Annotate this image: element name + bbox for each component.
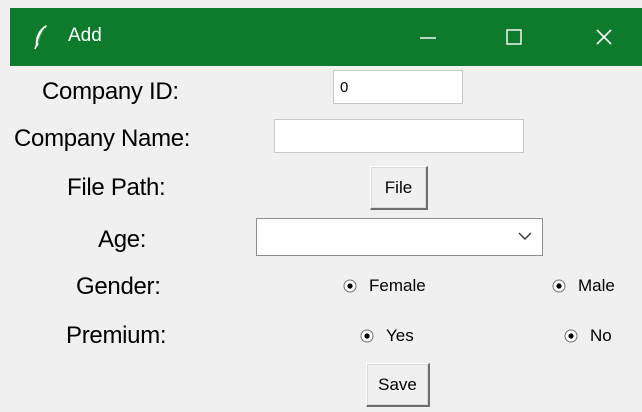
premium-radio-no[interactable]: No bbox=[564, 326, 612, 346]
radio-selected-icon bbox=[360, 329, 374, 343]
close-icon bbox=[596, 29, 612, 45]
gender-female-label: Female bbox=[369, 276, 426, 295]
file-button[interactable]: File bbox=[370, 166, 428, 210]
feather-icon bbox=[34, 25, 47, 50]
premium-label: Premium: bbox=[66, 322, 167, 349]
age-label: Age: bbox=[98, 226, 147, 253]
title-bar[interactable]: Add bbox=[10, 8, 642, 66]
radio-selected-icon bbox=[552, 279, 566, 293]
chevron-down-icon[interactable] bbox=[518, 231, 532, 241]
save-button[interactable]: Save bbox=[366, 363, 430, 407]
minimize-button[interactable] bbox=[396, 8, 460, 66]
add-form: Company ID: Company Name: File Path: Fil… bbox=[0, 66, 642, 412]
close-button[interactable] bbox=[572, 8, 636, 66]
gender-male-label: Male bbox=[578, 276, 615, 295]
radio-selected-icon bbox=[564, 329, 578, 343]
premium-no-label: No bbox=[590, 326, 612, 345]
file-path-label: File Path: bbox=[67, 174, 166, 201]
company-id-label: Company ID: bbox=[42, 78, 179, 105]
gender-label: Gender: bbox=[76, 273, 161, 300]
company-name-label: Company Name: bbox=[14, 125, 191, 152]
maximize-icon bbox=[506, 29, 522, 45]
window-title: Add bbox=[68, 25, 102, 46]
maximize-button[interactable] bbox=[482, 8, 546, 66]
company-id-input[interactable] bbox=[333, 70, 463, 104]
minimize-icon bbox=[420, 37, 436, 39]
premium-radio-yes[interactable]: Yes bbox=[360, 326, 414, 346]
premium-yes-label: Yes bbox=[386, 326, 414, 345]
gender-radio-female[interactable]: Female bbox=[343, 276, 426, 296]
age-combobox[interactable] bbox=[256, 218, 543, 256]
company-name-input[interactable] bbox=[274, 119, 524, 153]
radio-selected-icon bbox=[343, 279, 357, 293]
gender-radio-male[interactable]: Male bbox=[552, 276, 615, 296]
